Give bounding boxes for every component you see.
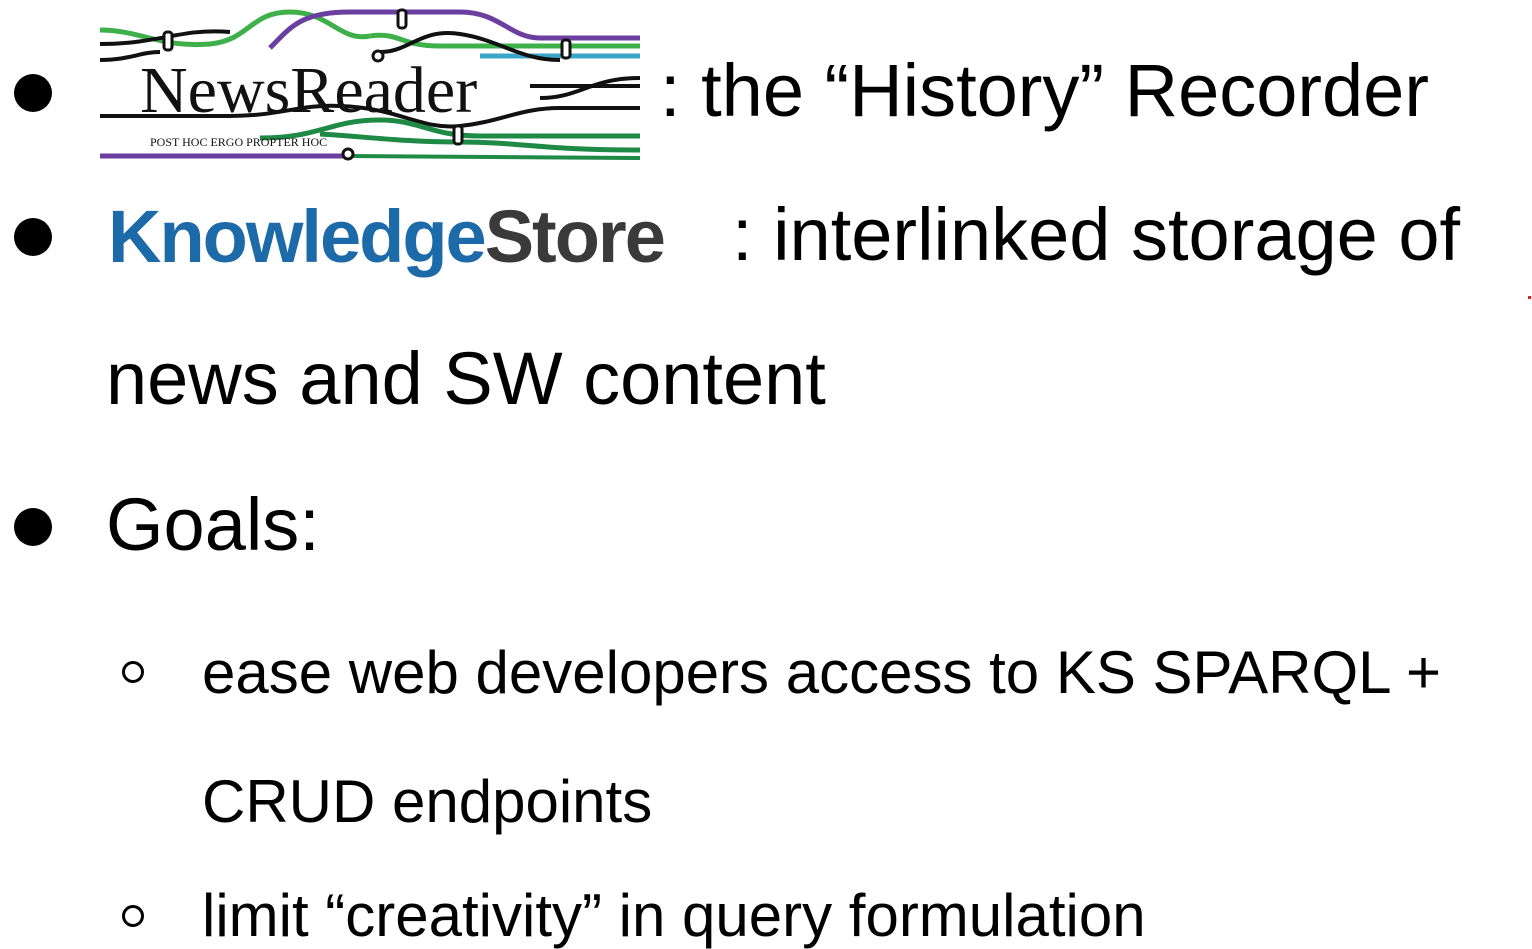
bullet-2-text-line2: news and SW content	[106, 337, 826, 420]
sub-bullet-circle	[122, 905, 144, 927]
knowledgestore-logo-part2: Store	[484, 195, 666, 278]
stray-mark	[1528, 296, 1531, 299]
sub-bullet-1-text-line2: CRUD endpoints	[202, 768, 653, 835]
bullet-1-text: : the “History” Recorder	[660, 49, 1429, 132]
sub-bullet-circle	[122, 661, 144, 683]
bullet-2-text-line1: : interlinked storage of	[732, 193, 1461, 276]
sub-bullet-2-text: limit “creativity” in query formulation	[202, 882, 1146, 949]
newsreader-wordmark: NewsReader	[140, 54, 477, 127]
knowledgestore-logo-part1: Knowledge	[108, 195, 487, 278]
sub-bullet-1-text-line1: ease web developers access to KS SPARQL …	[202, 639, 1441, 706]
newsreader-logo: NewsReader POST HOC ERGO PROPTER HOC	[100, 8, 640, 161]
bullet-dot	[14, 74, 52, 112]
knowledgestore-logo: KnowledgeStore	[108, 200, 666, 274]
bullet-dot	[14, 218, 52, 256]
bullet-dot	[14, 508, 52, 546]
slide: NewsReader POST HOC ERGO PROPTER HOC : t…	[0, 0, 1532, 947]
bullet-3-text: Goals:	[106, 483, 320, 566]
newsreader-tagline: POST HOC ERGO PROPTER HOC	[150, 135, 327, 149]
